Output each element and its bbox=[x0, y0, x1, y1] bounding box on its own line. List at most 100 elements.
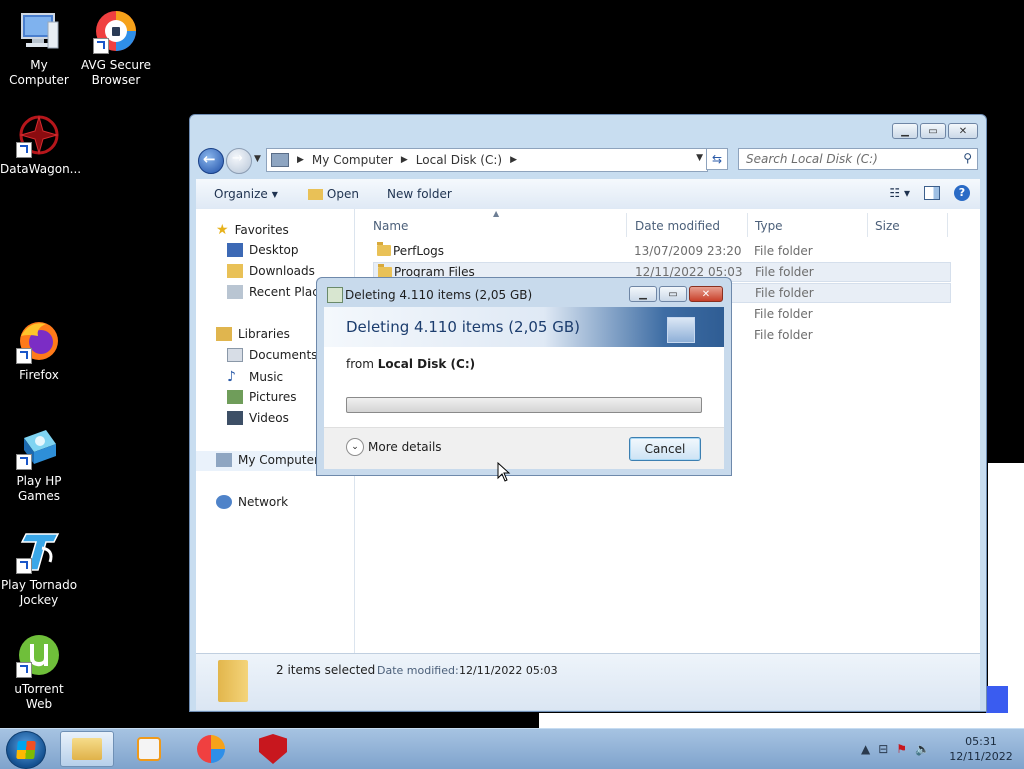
volume-icon[interactable]: 🔈 bbox=[915, 742, 930, 756]
column-header-type[interactable]: Type bbox=[755, 219, 783, 233]
more-details-toggle[interactable]: ⌄ More details bbox=[346, 438, 442, 456]
nav-music[interactable]: ♪ Music bbox=[227, 369, 283, 385]
row-type: File folder bbox=[754, 244, 813, 258]
nav-my-computer-label: My Computer bbox=[238, 453, 319, 467]
preview-pane-icon[interactable] bbox=[924, 186, 940, 200]
folder-icon bbox=[377, 242, 391, 256]
desktop-icon-hp-games[interactable]: Play HP Games bbox=[0, 424, 78, 504]
nav-favorites[interactable]: ★ Favorites bbox=[216, 222, 289, 238]
new-folder-button[interactable]: New folder bbox=[387, 187, 452, 201]
more-details-label: More details bbox=[368, 440, 442, 454]
nav-videos[interactable]: Videos bbox=[227, 411, 289, 425]
clock-time: 05:31 bbox=[965, 735, 997, 748]
desktop-icon-avg-browser[interactable]: AVG Secure Browser bbox=[77, 8, 155, 88]
datawagon-icon bbox=[16, 112, 62, 158]
nav-downloads[interactable]: Downloads bbox=[227, 264, 315, 278]
desktop-icon-utorrent[interactable]: uTorrent Web bbox=[0, 632, 78, 712]
clock[interactable]: 05:31 12/11/2022 bbox=[938, 734, 1024, 764]
desktop-icon-datawagon[interactable]: DataWagon... bbox=[0, 112, 81, 177]
help-icon[interactable]: ? bbox=[954, 185, 970, 201]
maximize-button[interactable]: ▭ bbox=[920, 123, 946, 139]
background-button-fragment bbox=[986, 686, 1008, 713]
search-icon[interactable]: ⚲ bbox=[963, 151, 972, 165]
recent-pages-dropdown[interactable]: ▼ bbox=[254, 154, 261, 164]
breadcrumb-separator-icon[interactable]: ▶ bbox=[401, 155, 408, 165]
chevron-down-icon: ⌄ bbox=[346, 438, 364, 456]
dialog-title: Deleting 4.110 items (2,05 GB) bbox=[345, 288, 533, 302]
breadcrumb-separator-icon[interactable]: ▶ bbox=[297, 155, 304, 165]
from-label: from bbox=[346, 357, 374, 371]
nav-libraries[interactable]: Libraries bbox=[216, 327, 290, 341]
delete-progress-bar bbox=[346, 397, 702, 413]
column-header-size[interactable]: Size bbox=[875, 219, 900, 233]
desktop-icon-tornado-jockey[interactable]: Play Tornado Jockey bbox=[0, 528, 78, 608]
breadcrumb-my-computer[interactable]: My Computer bbox=[312, 153, 393, 167]
dialog-heading: Deleting 4.110 items (2,05 GB) bbox=[346, 318, 580, 336]
network-status-icon[interactable]: ⊟ bbox=[878, 742, 888, 756]
show-hidden-icons-icon[interactable]: ▲ bbox=[861, 742, 870, 756]
dialog-minimize-button[interactable]: ▁ bbox=[629, 286, 657, 302]
column-header-date[interactable]: Date modified bbox=[635, 219, 720, 233]
desktop-folder-icon bbox=[227, 243, 243, 257]
search-placeholder: Search Local Disk (C:) bbox=[746, 152, 878, 166]
column-header-name[interactable]: Name bbox=[373, 219, 408, 233]
action-center-icon[interactable]: ⚑ bbox=[896, 742, 907, 756]
back-button[interactable] bbox=[198, 148, 224, 174]
avg-browser-icon bbox=[197, 735, 225, 763]
star-icon: ★ bbox=[216, 222, 229, 238]
folder-icon bbox=[307, 188, 323, 200]
taskbar-media-player-button[interactable] bbox=[122, 731, 176, 767]
avg-browser-icon bbox=[93, 8, 139, 54]
nav-desktop[interactable]: Desktop bbox=[227, 243, 299, 257]
chevron-down-icon: ▼ bbox=[271, 189, 278, 199]
row-type: File folder bbox=[755, 286, 814, 300]
row-type: File folder bbox=[755, 265, 814, 279]
minimize-button[interactable]: ▁ bbox=[892, 123, 918, 139]
desktop-icon-label: Play HP Games bbox=[16, 474, 62, 503]
search-input[interactable]: Search Local Disk (C:) ⚲ bbox=[738, 148, 978, 170]
close-button[interactable]: ✕ bbox=[948, 123, 978, 139]
row-date: 13/07/2009 23:20 bbox=[634, 244, 742, 258]
pictures-icon bbox=[227, 390, 243, 404]
tornado-jockey-icon bbox=[16, 528, 62, 574]
nav-pictures-label: Pictures bbox=[249, 390, 297, 404]
forward-button[interactable] bbox=[226, 148, 252, 174]
desktop-icon-my-computer[interactable]: My Computer bbox=[0, 8, 78, 88]
breadcrumb-separator-icon[interactable]: ▶ bbox=[510, 155, 517, 165]
taskbar-mcafee-button[interactable] bbox=[246, 731, 300, 767]
organize-menu[interactable]: Organize ▼ bbox=[214, 187, 278, 201]
dialog-close-button[interactable]: ✕ bbox=[689, 286, 723, 302]
nav-network[interactable]: Network bbox=[216, 495, 288, 509]
desktop-icon-label: uTorrent Web bbox=[14, 682, 64, 711]
breadcrumb-local-disk[interactable]: Local Disk (C:) bbox=[416, 153, 502, 167]
libraries-icon bbox=[216, 327, 232, 341]
folder-icon bbox=[72, 738, 102, 760]
computer-icon bbox=[16, 8, 62, 54]
taskbar-avg-browser-button[interactable] bbox=[184, 731, 238, 767]
taskbar-explorer-button[interactable] bbox=[60, 731, 114, 767]
view-options-icon[interactable]: ☷ ▾ bbox=[889, 186, 910, 200]
open-button[interactable]: Open bbox=[307, 187, 359, 201]
address-bar-row: ▼ ▶ My Computer ▶ Local Disk (C:) ▶ ▼ ⇆ … bbox=[198, 148, 978, 174]
table-row[interactable]: PerfLogs 13/07/2009 23:20 File folder bbox=[373, 241, 951, 261]
start-button[interactable] bbox=[6, 731, 46, 769]
nav-pictures[interactable]: Pictures bbox=[227, 390, 297, 404]
nav-videos-label: Videos bbox=[249, 411, 289, 425]
documents-icon bbox=[227, 348, 243, 362]
from-value: Local Disk (C:) bbox=[377, 357, 476, 371]
dialog-maximize-button[interactable]: ▭ bbox=[659, 286, 687, 302]
refresh-button[interactable]: ⇆ bbox=[706, 148, 728, 170]
row-name: PerfLogs bbox=[393, 244, 445, 258]
row-type: File folder bbox=[754, 307, 813, 321]
open-label: Open bbox=[326, 187, 359, 201]
nav-my-computer[interactable]: My Computer bbox=[216, 453, 319, 467]
dialog-source: from Local Disk (C:) bbox=[346, 357, 475, 371]
dialog-footer: ⌄ More details Cancel bbox=[324, 427, 724, 469]
nav-documents[interactable]: Documents bbox=[227, 348, 317, 362]
address-dropdown-icon[interactable]: ▼ bbox=[696, 153, 703, 163]
desktop-icon-firefox[interactable]: Firefox bbox=[0, 318, 78, 383]
nav-libraries-label: Libraries bbox=[238, 327, 290, 341]
cancel-button[interactable]: Cancel bbox=[629, 437, 701, 461]
address-bar[interactable]: ▶ My Computer ▶ Local Disk (C:) ▶ ▼ bbox=[266, 148, 708, 172]
videos-icon bbox=[227, 411, 243, 425]
